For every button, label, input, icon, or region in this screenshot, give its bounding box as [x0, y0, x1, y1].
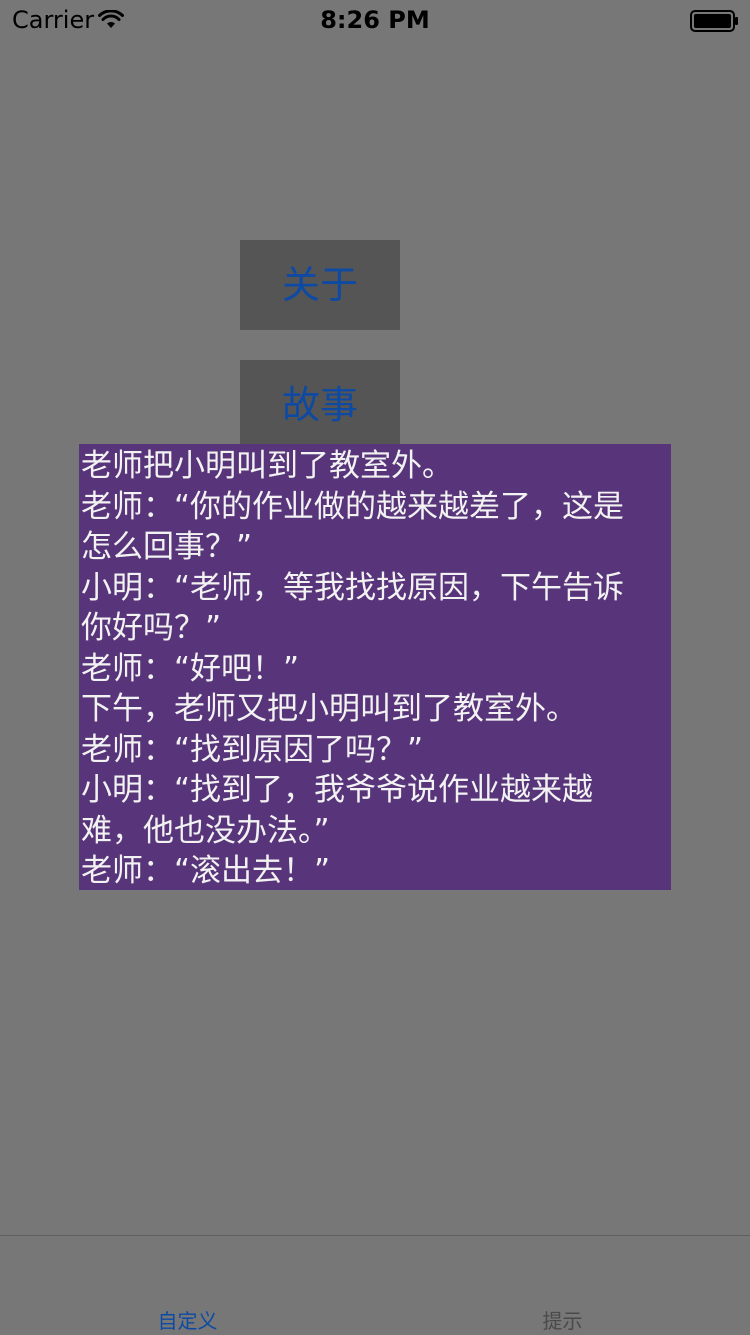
tab-custom[interactable]: 自定义	[0, 1236, 375, 1335]
story-line: 老师：“好吧！”	[81, 650, 300, 687]
story-line: 下午，老师又把小明叫到了教室外。	[81, 691, 577, 727]
story-text-box: 老师把小明叫到了教室外。 老师：“你的作业做的越来越差了，这是 怎么回事？” 小…	[79, 444, 671, 890]
story-button[interactable]: 故事	[240, 360, 400, 450]
story-line: 老师：“你的作业做的越来越差了，这是	[81, 488, 625, 525]
tab-tips-label: 提示	[542, 1309, 583, 1333]
story-line: 难，他也没办法。”	[81, 812, 330, 849]
battery-icon	[690, 10, 740, 32]
story-line: 老师：“找到原因了吗？”	[81, 731, 424, 768]
story-line: 小明：“找到了，我爷爷说作业越来越	[81, 772, 594, 808]
about-button[interactable]: 关于	[240, 240, 400, 330]
story-line: 老师把小明叫到了教室外。	[81, 448, 453, 484]
status-time: 8:26 PM	[320, 6, 430, 34]
story-line: 你好吗？”	[81, 610, 222, 646]
tab-tips[interactable]: 提示	[375, 1236, 750, 1335]
tab-bar: 自定义 提示	[0, 1235, 750, 1335]
status-bar: Carrier 8:26 PM	[0, 0, 750, 40]
story-line: 怎么回事？”	[81, 529, 253, 565]
story-line: 小明：“老师，等我找找原因，下午告诉	[81, 569, 625, 606]
story-line: 老师：“滚出去！”	[81, 853, 331, 889]
tab-custom-label: 自定义	[157, 1309, 218, 1333]
